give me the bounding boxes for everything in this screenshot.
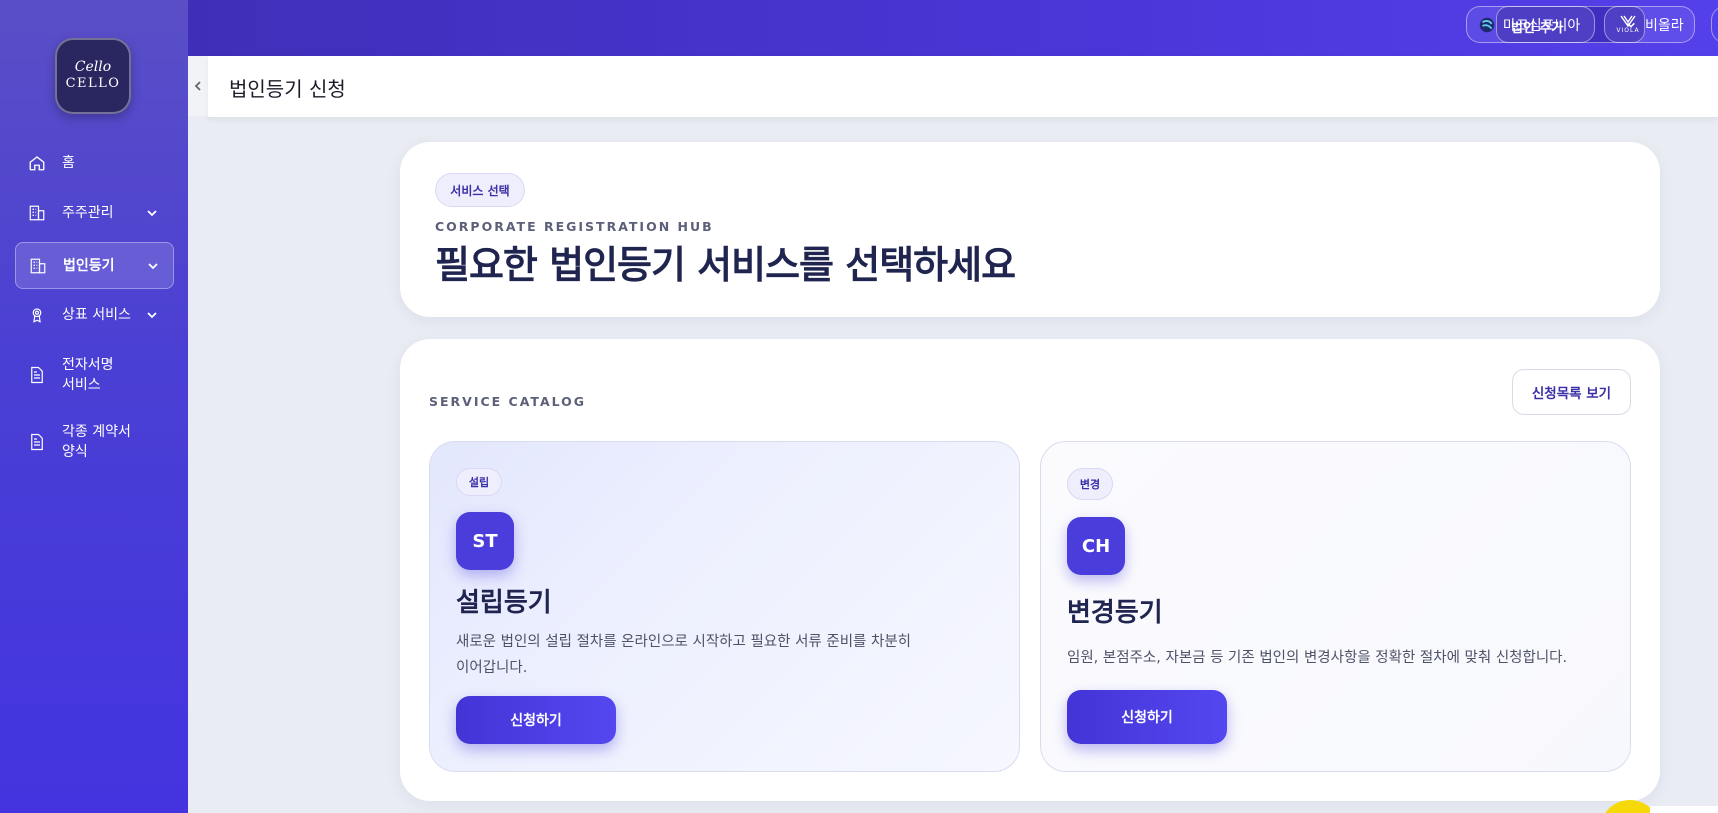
service-description-line: 새로운 법인의 설립 절차를 온라인으로 시작하고 필요한 서류 준비를 차분히 — [456, 634, 912, 650]
document-icon — [27, 432, 47, 452]
sidebar-item-esign[interactable]: 전자서명 서비스 — [15, 355, 174, 395]
viola-logo-text: VIOLA — [1616, 27, 1640, 34]
service-catalog-card: SERVICE CATALOG 신청목록 보기 설립 ST 설립등기 새로운 법… — [400, 339, 1660, 801]
sidebar-item-contract-forms[interactable]: 각종 계약서 양식 — [15, 422, 174, 462]
sidebar-collapse-toggle[interactable] — [188, 56, 208, 116]
sidebar-item-label: 홈 — [62, 155, 75, 171]
chip-label: 마크심포니아 — [1503, 17, 1581, 34]
chevron-down-icon[interactable] — [146, 259, 160, 273]
viola-logo-icon: VIOLA — [1615, 15, 1641, 35]
chevron-down-icon[interactable] — [145, 206, 159, 220]
sidebar-item-label: 각종 계약서 양식 — [62, 424, 131, 460]
building-icon — [27, 203, 47, 223]
page-header: 법인등기 신청 — [208, 56, 1718, 118]
sidebar: Cello CELLO 홈 주주관리 법인등기 상표 서비스 전자서명 서비스 … — [0, 0, 188, 813]
service-badge: CH — [1067, 517, 1125, 575]
service-tag: 설립 — [456, 468, 502, 496]
sidebar-item-label: 법인등기 — [63, 257, 115, 274]
service-select-pill: 서비스 선택 — [435, 173, 525, 207]
apply-amendment-button[interactable]: 신청하기 — [1067, 690, 1227, 744]
service-tag: 변경 — [1067, 468, 1113, 500]
sidebar-item-label: 상표 서비스 — [62, 307, 131, 323]
chevron-down-icon[interactable] — [145, 308, 159, 322]
catalog-eyebrow: SERVICE CATALOG — [429, 394, 587, 409]
bottom-strip — [1650, 806, 1718, 813]
logo-script: Cello — [74, 59, 112, 75]
award-icon — [27, 305, 47, 325]
hero-card: 서비스 선택 CORPORATE REGISTRATION HUB 필요한 법인… — [400, 142, 1660, 317]
viola-chip[interactable]: VIOLA 비올라 — [1604, 6, 1695, 43]
service-description: 새로운 법인의 설립 절차를 온라인으로 시작하고 필요한 서류 준비를 차분히… — [456, 629, 911, 681]
sidebar-item-label: 주주관리 — [62, 205, 114, 221]
chip-label: 비올라 — [1645, 17, 1684, 34]
service-title: 설립등기 — [456, 588, 552, 618]
apply-incorporation-button[interactable]: 신청하기 — [456, 696, 616, 744]
cello-logo[interactable]: Cello CELLO — [55, 38, 131, 114]
sidebar-item-label: 전자서명 서비스 — [62, 357, 114, 393]
page-title: 법인등기 신청 — [229, 77, 346, 101]
chevron-left-icon — [194, 81, 201, 91]
building-icon — [28, 256, 48, 276]
service-description-line: 이어갑니다. — [456, 660, 528, 676]
home-icon — [27, 153, 47, 173]
sidebar-item-shareholders[interactable]: 주주관리 — [15, 203, 174, 223]
view-applications-button[interactable]: 신청목록 보기 — [1512, 369, 1631, 415]
document-icon — [27, 365, 47, 385]
service-card-amendment[interactable]: 변경 CH 변경등기 임원, 본점주소, 자본금 등 기존 법인의 변경사항을 … — [1040, 441, 1631, 772]
marksymphonia-logo-icon — [1477, 15, 1497, 35]
service-description: 임원, 본점주소, 자본금 등 기존 법인의 변경사항을 정확한 절차에 맞춰 … — [1067, 650, 1568, 666]
logo-word: CELLO — [65, 76, 121, 91]
top-bar: 법인 추가 마크심포니아 — [188, 0, 1718, 56]
sidebar-item-home[interactable]: 홈 — [15, 153, 174, 173]
marksymphonia-chip[interactable]: 마크심포니아 — [1466, 6, 1595, 43]
service-card-incorporation[interactable]: 설립 ST 설립등기 새로운 법인의 설립 절차를 온라인으로 시작하고 필요한… — [429, 441, 1020, 772]
sidebar-item-corp-registration[interactable]: 법인등기 — [15, 242, 174, 289]
hero-headline: 필요한 법인등기 서비스를 선택하세요 — [435, 243, 1016, 287]
service-badge: ST — [456, 512, 514, 570]
sidebar-item-trademark[interactable]: 상표 서비스 — [15, 305, 174, 325]
hero-eyebrow: CORPORATE REGISTRATION HUB — [435, 219, 714, 234]
service-title: 변경등기 — [1067, 598, 1163, 628]
